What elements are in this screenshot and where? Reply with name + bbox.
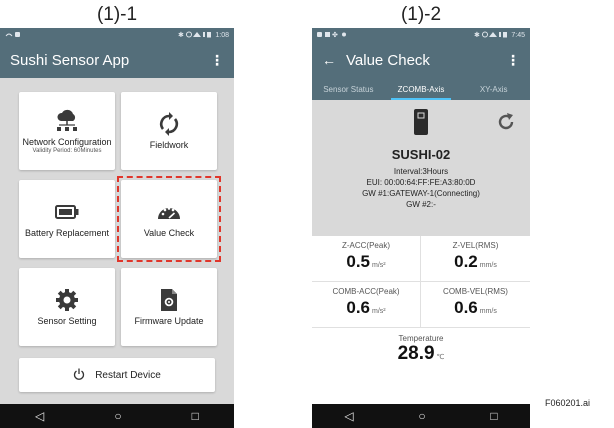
nav-bar: ◁ ○ □ bbox=[0, 404, 234, 428]
tile-battery-replacement[interactable]: Battery Replacement bbox=[19, 180, 115, 258]
gauge-icon bbox=[156, 199, 182, 225]
tab-bar: Sensor Status ZCOMB-Axis XY-Axis bbox=[312, 78, 530, 100]
app-bar: ← Value Check ⋮ bbox=[312, 42, 530, 78]
device-eui: EUI: 00:00:64:FF:FE:A3:80:0D bbox=[366, 178, 476, 187]
nav-bar: ◁ ○ □ bbox=[312, 404, 530, 428]
temperature-label: Temperature bbox=[398, 334, 444, 343]
tab-xy-axis[interactable]: XY-Axis bbox=[457, 78, 530, 100]
temperature-unit: ℃ bbox=[436, 354, 445, 361]
phone-screen-value-check: ✤ ✱ 7:45 ← Value Check ⋮ Sensor Status Z… bbox=[312, 28, 530, 428]
app-title: Value Check bbox=[346, 51, 430, 69]
device-interval: Interval:3Hours bbox=[393, 167, 449, 176]
tile-label: Value Check bbox=[143, 228, 195, 239]
value-number: 0.6 bbox=[454, 298, 478, 317]
value-cell-comb-vel: COMB-VEL(RMS) 0.6 mm/s bbox=[421, 282, 530, 328]
back-arrow-icon[interactable]: ← bbox=[322, 52, 336, 68]
nav-back-icon[interactable]: ◁ bbox=[35, 409, 44, 423]
app-title: Sushi Sensor App bbox=[10, 51, 130, 69]
network-cloud-icon bbox=[54, 108, 80, 134]
status-time: 1:08 bbox=[215, 31, 229, 39]
notification-icons bbox=[5, 31, 21, 40]
firmware-file-icon bbox=[160, 287, 178, 313]
nav-back-icon[interactable]: ◁ bbox=[344, 409, 353, 423]
device-info-panel: SUSHI-02 Interval:3Hours EUI: 00:00:64:F… bbox=[312, 100, 530, 236]
tile-fieldwork[interactable]: Fieldwork bbox=[121, 92, 217, 170]
app-bar: Sushi Sensor App ⋮ bbox=[0, 42, 234, 78]
tile-label: Firmware Update bbox=[134, 316, 204, 327]
figure-id: F060201.ai bbox=[545, 398, 591, 408]
value-number: 0.2 bbox=[454, 252, 478, 271]
nav-recent-icon[interactable]: □ bbox=[192, 409, 199, 423]
notification-icons: ✤ bbox=[317, 31, 347, 40]
caption-left: (1)-1 bbox=[96, 4, 138, 25]
svg-text:✱: ✱ bbox=[178, 31, 184, 38]
value-cell-comb-acc: COMB-ACC(Peak) 0.6 m/s² bbox=[312, 282, 421, 328]
temperature-readout: Temperature 28.9 ℃ bbox=[312, 328, 530, 365]
svg-text:✤: ✤ bbox=[332, 31, 338, 38]
values-grid: Z-ACC(Peak) 0.5 m/s² Z-VEL(RMS) 0.2 mm/s C… bbox=[312, 236, 530, 328]
phone-screen-home: ✱ 1:08 Sushi Sensor App ⋮ Network Config… bbox=[0, 28, 234, 428]
caption-right: (1)-2 bbox=[400, 4, 442, 25]
value-cell-z-vel: Z-VEL(RMS) 0.2 mm/s bbox=[421, 236, 530, 282]
sync-icon bbox=[158, 111, 180, 137]
value-unit: m/s² bbox=[372, 308, 386, 315]
tile-value-check[interactable]: Value Check bbox=[121, 180, 217, 258]
value-cell-z-acc: Z-ACC(Peak) 0.5 m/s² bbox=[312, 236, 421, 282]
value-label: COMB-VEL(RMS) bbox=[443, 287, 508, 296]
power-icon bbox=[73, 368, 85, 383]
value-unit: mm/s bbox=[479, 262, 497, 269]
signal-icons: ✱ bbox=[474, 31, 508, 40]
tile-label: Fieldwork bbox=[149, 140, 189, 151]
tile-label: Sensor Setting bbox=[37, 316, 97, 327]
device-name: SUSHI-02 bbox=[391, 147, 451, 162]
status-time: 7:45 bbox=[511, 31, 525, 39]
value-label: COMB-ACC(Peak) bbox=[332, 287, 400, 296]
value-number: 0.5 bbox=[346, 252, 371, 271]
more-vert-icon[interactable]: ⋮ bbox=[506, 53, 520, 67]
device-gw2: GW #2:- bbox=[406, 200, 436, 209]
tile-label: Battery Replacement bbox=[24, 228, 110, 239]
restart-device-button[interactable]: Restart Device bbox=[19, 358, 215, 392]
value-number: 0.6 bbox=[346, 298, 371, 317]
status-bar: ✤ ✱ 7:45 bbox=[312, 28, 530, 42]
tile-firmware-update[interactable]: Firmware Update bbox=[121, 268, 217, 346]
nav-home-icon[interactable]: ○ bbox=[114, 409, 121, 423]
tile-sensor-setting[interactable]: Sensor Setting bbox=[19, 268, 115, 346]
tile-sublabel: Validity Period: 60Minutes bbox=[32, 148, 102, 155]
value-label: Z-VEL(RMS) bbox=[452, 241, 499, 250]
sensor-device-icon bbox=[412, 109, 430, 140]
more-vert-icon[interactable]: ⋮ bbox=[210, 53, 224, 67]
tab-sensor-status[interactable]: Sensor Status bbox=[312, 78, 385, 100]
tile-network-configuration[interactable]: Network Configuration Validity Period: 6… bbox=[19, 92, 115, 170]
nav-home-icon[interactable]: ○ bbox=[418, 409, 425, 423]
value-unit: mm/s bbox=[479, 308, 497, 315]
temperature-value: 28.9 bbox=[397, 343, 435, 364]
device-gw1: GW #1:GATEWAY-1(Connecting) bbox=[362, 189, 480, 198]
refresh-icon[interactable] bbox=[496, 112, 516, 137]
value-unit: m/s² bbox=[372, 262, 386, 269]
gear-icon bbox=[55, 287, 79, 313]
nav-recent-icon[interactable]: □ bbox=[490, 409, 497, 423]
restart-label: Restart Device bbox=[95, 369, 161, 381]
tile-label: Network Configuration bbox=[22, 136, 112, 147]
status-bar: ✱ 1:08 bbox=[0, 28, 234, 42]
tab-zcomb-axis[interactable]: ZCOMB-Axis bbox=[385, 78, 458, 100]
signal-icons: ✱ bbox=[178, 31, 212, 40]
svg-text:✱: ✱ bbox=[474, 31, 480, 38]
battery-icon bbox=[55, 199, 79, 225]
value-label: Z-ACC(Peak) bbox=[341, 241, 390, 250]
